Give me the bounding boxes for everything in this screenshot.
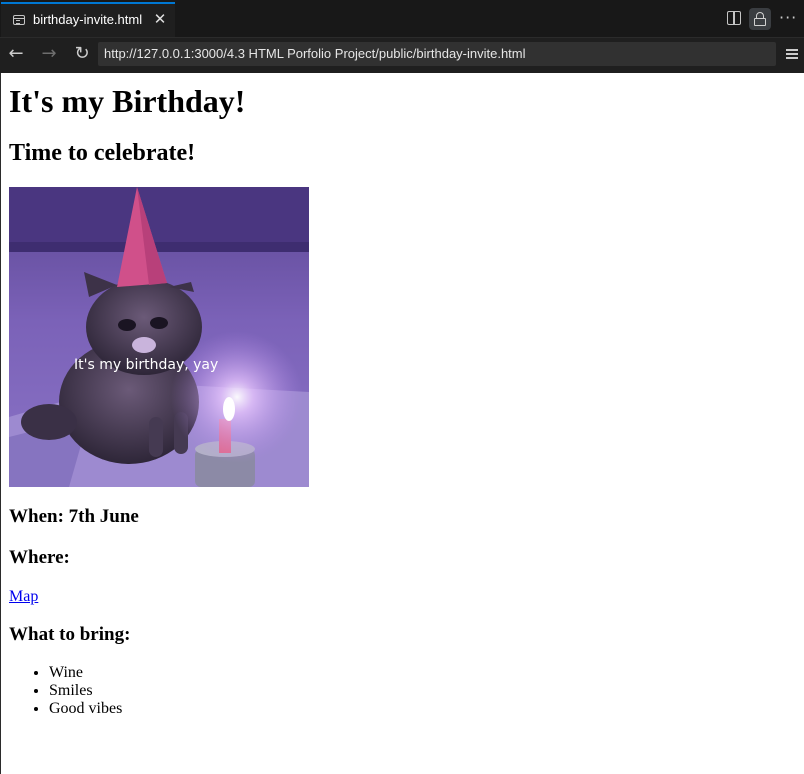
more-actions-icon[interactable]: ··· xyxy=(779,8,796,30)
address-bar[interactable]: http://127.0.0.1:3000/4.3 HTML Porfolio … xyxy=(98,42,776,66)
image-caption: It's my birthday, yay xyxy=(74,357,218,373)
list-item: Good vibes xyxy=(49,700,122,718)
back-button[interactable]: ← xyxy=(5,42,27,66)
reload-button[interactable]: ↻ xyxy=(71,42,93,66)
page-heading: It's my Birthday! xyxy=(9,83,246,119)
page-viewport: It's my Birthday! Time to celebrate! It'… xyxy=(1,73,804,774)
tab-bar: birthday-invite.html ✕ ··· xyxy=(0,0,804,38)
event-location-heading: Where: xyxy=(9,547,70,568)
tab-label: birthday-invite.html xyxy=(33,12,143,27)
birthday-cat-image: It's my birthday, yay xyxy=(9,187,309,487)
lock-icon[interactable] xyxy=(749,8,771,30)
page-content: It's my Birthday! Time to celebrate! It'… xyxy=(9,73,789,717)
preview-file-icon xyxy=(13,15,25,25)
browser-nav-bar: ← → ↻ http://127.0.0.1:3000/4.3 HTML Por… xyxy=(0,38,804,72)
list-item: Wine xyxy=(49,664,122,682)
split-editor-icon[interactable] xyxy=(727,11,741,25)
bring-list: Wine Smiles Good vibes xyxy=(31,664,122,718)
forward-button[interactable]: → xyxy=(38,42,60,66)
close-tab-icon[interactable]: ✕ xyxy=(151,10,169,28)
map-link[interactable]: Map xyxy=(9,587,38,607)
tab-birthday-invite[interactable]: birthday-invite.html ✕ xyxy=(1,2,175,37)
list-item: Smiles xyxy=(49,682,122,700)
menu-icon[interactable] xyxy=(786,49,798,59)
page-subheading: Time to celebrate! xyxy=(9,140,196,166)
event-date: When: 7th June xyxy=(9,506,139,527)
bring-heading: What to bring: xyxy=(9,624,131,645)
